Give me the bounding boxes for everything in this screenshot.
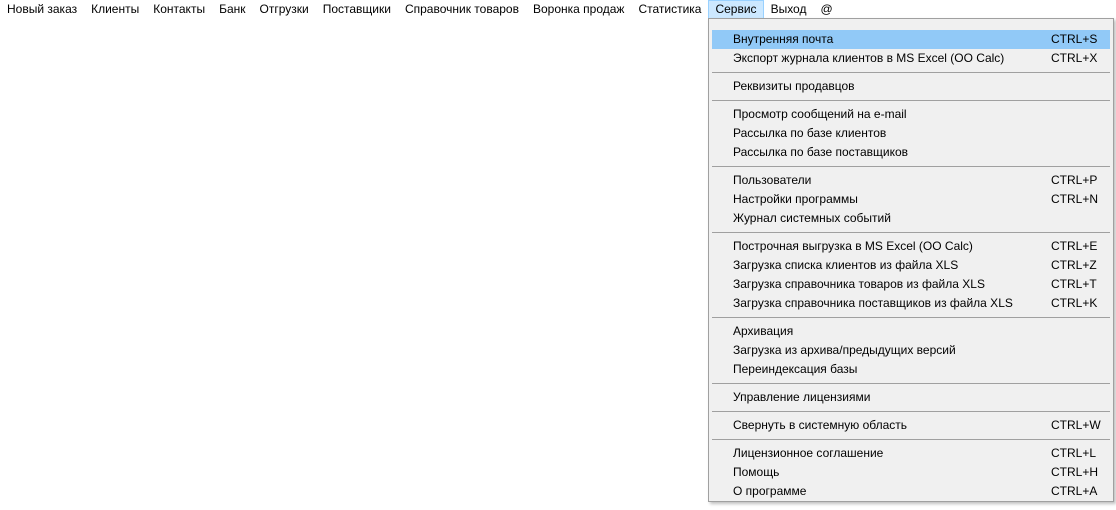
service-menu-item[interactable]: Загрузка справочника поставщиков из файл… [712,294,1110,313]
service-menu-item-label: Рассылка по базе клиентов [733,126,887,140]
menu-separator [712,162,1110,171]
service-menu-item-shortcut: CTRL+W [1051,418,1101,432]
service-menu-item-label: Загрузка списка клиентов из файла XLS [733,258,959,272]
service-menu-item[interactable]: Переиндексация базы [712,360,1110,379]
service-menu-item-shortcut: CTRL+A [1051,484,1098,498]
service-menu-item-shortcut: CTRL+K [1051,296,1098,310]
service-menu-item-label: Управление лицензиями [733,390,871,404]
service-menu-item-label: Переиндексация базы [733,362,858,376]
menu-sales-funnel[interactable]: Воронка продаж [526,0,631,19]
service-dropdown-menu: Внутренняя почта CTRL+S Экспорт журнала кл… [708,18,1114,502]
service-menu-item-label: Загрузка из архива/предыдущих версий [733,343,956,357]
service-menu-item[interactable]: Лицензионное соглашение CTRL+L [712,444,1110,463]
service-menu-item-label: Просмотр сообщений на e-mail [733,107,907,121]
service-menu-item-label: Построчная выгрузка в MS Excel (OO Calc) [733,239,973,253]
service-menu-item[interactable]: Рассылка по базе клиентов [712,124,1110,143]
service-menu-item-label: О программе [733,484,807,498]
service-menu-item-label: Лицензионное соглашение [733,446,884,460]
service-menu-item-shortcut: CTRL+N [1051,192,1099,206]
service-menu-item[interactable]: Загрузка списка клиентов из файла XLS CTR… [712,256,1110,275]
service-menu-item[interactable]: Загрузка справочника товаров из файла XL… [712,275,1110,294]
menu-statistics[interactable]: Статистика [631,0,708,19]
service-menu-item[interactable]: Внутренняя почта CTRL+S [712,30,1110,49]
menu-separator [712,435,1110,444]
service-menu-item-shortcut: CTRL+S [1051,32,1098,46]
service-menu-item[interactable]: О программе CTRL+A [712,482,1110,501]
menu-separator [712,96,1110,105]
service-menu-item-label: Экспорт журнала клиентов в MS Excel (OO … [733,51,1005,65]
menu-separator [712,379,1110,388]
menu-clients[interactable]: Клиенты [84,0,146,19]
service-menu-item-label: Рассылка по базе поставщиков [733,145,909,159]
service-menu-item[interactable]: Свернуть в системную область CTRL+W [712,416,1110,435]
menu-new-order[interactable]: Новый заказ [0,0,84,19]
service-menu-item[interactable]: Архивация [712,322,1110,341]
menu-shipments[interactable]: Отгрузки [253,0,316,19]
service-menu-item[interactable]: Экспорт журнала клиентов в MS Excel (OO … [712,49,1110,68]
menu-separator [712,313,1110,322]
service-menu-item-shortcut: CTRL+T [1051,277,1097,291]
service-menu-item-label: Журнал системных событий [733,211,891,225]
service-menu-item-label: Архивация [733,324,794,338]
service-menu-item[interactable]: Построчная выгрузка в MS Excel (OO Calc)… [712,237,1110,256]
menu-bank[interactable]: Банк [212,0,252,19]
service-menu-item-label: Загрузка справочника поставщиков из файл… [733,296,1013,310]
menu-email-at[interactable]: @ [813,0,839,19]
service-menu-item-shortcut: CTRL+H [1051,465,1099,479]
service-menu-item[interactable]: Управление лицензиями [712,388,1110,407]
service-menu-item[interactable]: Помощь CTRL+H [712,463,1110,482]
service-menu-item-label: Настройки программы [733,192,858,206]
service-menu-item-shortcut: CTRL+E [1051,239,1098,253]
menu-separator [712,407,1110,416]
service-menu-item[interactable]: Пользователи CTRL+P [712,171,1110,190]
menu-bar: Новый заказ Клиенты Контакты Банк Отгруз… [0,0,1116,19]
menu-products-catalog[interactable]: Справочник товаров [398,0,526,19]
menu-service[interactable]: Сервис [708,0,764,19]
service-menu-item-label: Пользователи [733,173,812,187]
menu-separator [712,228,1110,237]
service-menu-item-shortcut: CTRL+P [1051,173,1098,187]
service-menu-item-shortcut: CTRL+X [1051,51,1098,65]
menu-separator [712,68,1110,77]
menu-suppliers[interactable]: Поставщики [316,0,398,19]
service-menu-item[interactable]: Настройки программы CTRL+N [712,190,1110,209]
service-menu-item[interactable]: Загрузка из архива/предыдущих версий [712,341,1110,360]
service-menu-item-label: Загрузка справочника товаров из файла XL… [733,277,985,291]
service-menu-item[interactable]: Реквизиты продавцов [712,77,1110,96]
service-menu-item-label: Свернуть в системную область [733,418,908,432]
service-menu-item-label: Внутренняя почта [733,32,834,46]
menu-exit[interactable]: Выход [764,0,814,19]
service-menu-item-label: Реквизиты продавцов [733,79,855,93]
service-menu-item[interactable]: Журнал системных событий [712,209,1110,228]
service-menu-item-shortcut: CTRL+Z [1051,258,1097,272]
service-menu-item-shortcut: CTRL+L [1051,446,1097,460]
service-menu-item[interactable]: Просмотр сообщений на e-mail [712,105,1110,124]
service-menu-item[interactable]: Рассылка по базе поставщиков [712,143,1110,162]
service-menu-item-label: Помощь [733,465,780,479]
menu-contacts[interactable]: Контакты [146,0,212,19]
